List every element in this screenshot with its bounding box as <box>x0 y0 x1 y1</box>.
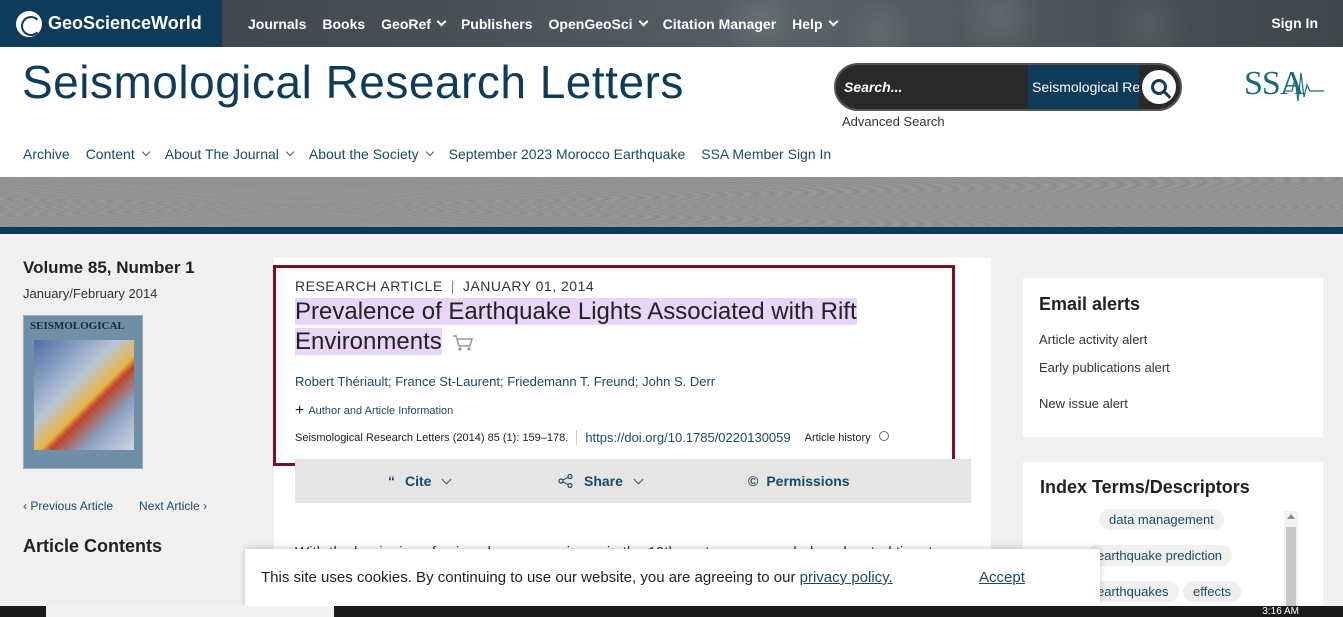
search-scope-select[interactable]: Seismological Research Letters <box>1028 65 1139 109</box>
permissions-button[interactable]: © Permissions <box>748 473 850 489</box>
geoscienceworld-logo[interactable]: GeoScienceWorld <box>0 0 222 47</box>
subnav-ssa-member-sign-in[interactable]: SSA Member Sign In <box>701 146 831 162</box>
author-link[interactable]: France St-Laurent <box>395 374 500 389</box>
author-link[interactable]: Friedemann T. Freund <box>507 374 635 389</box>
topnav-help[interactable]: Help <box>792 16 838 32</box>
article-toolbar: “ Cite Share © Permissions <box>295 459 971 503</box>
cover-title: SEISMOLOGICAL <box>30 320 125 332</box>
chevron-down-icon <box>633 474 644 484</box>
journal-title[interactable]: Seismological Research Letters <box>22 55 684 109</box>
index-term-tag[interactable]: effects <box>1183 581 1242 602</box>
previous-article-link[interactable]: ‹ Previous Article <box>23 499 113 513</box>
article-date: JANUARY 01, 2014 <box>462 278 595 294</box>
chevron-down-icon <box>436 16 447 27</box>
author-list: Robert Thériault; France St-Laurent; Fri… <box>295 374 716 389</box>
citation-text: Seismological Research Letters (2014) 85… <box>295 431 569 444</box>
author-link[interactable]: Robert Thériault <box>295 374 388 389</box>
article-history-toggle[interactable]: Article history <box>805 431 889 444</box>
email-alerts-title: Email alerts <box>1039 294 1141 314</box>
article-type: RESEARCH ARTICLE <box>295 278 443 294</box>
chevron-down-icon <box>425 147 434 157</box>
sign-in-link[interactable]: Sign In <box>1271 15 1318 31</box>
subnav-content[interactable]: Content <box>86 146 150 162</box>
topnav-citation-manager[interactable]: Citation Manager <box>663 16 777 32</box>
article-contents-heading: Article Contents <box>23 536 163 556</box>
index-term-tag[interactable]: data management <box>1099 509 1224 530</box>
brand-name: GeoScienceWorld <box>48 13 202 33</box>
author-link[interactable]: John S. Derr <box>642 374 715 389</box>
topnav-publishers[interactable]: Publishers <box>461 16 533 32</box>
chevron-down-icon <box>141 147 150 157</box>
search-scope-label: Seismological Research Letters <box>1032 79 1139 95</box>
citation-line: Seismological Research Letters (2014) 85… <box>295 430 889 445</box>
cookie-message: This site uses cookies. By continuing to… <box>261 569 893 586</box>
clock-icon <box>878 431 889 441</box>
new-issue-alert-link[interactable]: New issue alert <box>1039 396 1128 411</box>
share-icon <box>558 474 573 488</box>
advanced-search-link[interactable]: Advanced Search <box>842 114 945 129</box>
topnav-opengeosci[interactable]: OpenGeoSci <box>549 16 649 32</box>
cover-map <box>34 340 134 450</box>
early-publications-alert-link[interactable]: Early publications alert <box>1039 360 1170 375</box>
ssa-logo[interactable]: SSA <box>1244 65 1324 119</box>
author-info-toggle[interactable]: + Author and Article Information <box>295 402 453 420</box>
share-button[interactable]: Share <box>558 473 644 489</box>
seismograph-wave-icon <box>1284 72 1324 102</box>
top-nav-menu: Journals Books GeoRef Publishers OpenGeo… <box>248 0 853 47</box>
issue-cover-image[interactable]: SEISMOLOGICAL <box>23 315 143 469</box>
search-button[interactable] <box>1142 70 1176 104</box>
search-input[interactable] <box>836 65 1028 109</box>
article-activity-alert-link[interactable]: Article activity alert <box>1039 332 1147 347</box>
issue-sidebar: Volume 85, Number 1 January/February 201… <box>23 258 233 469</box>
next-article-link[interactable]: Next Article › <box>139 499 207 513</box>
os-taskbar: 3:16 AM <box>0 606 1343 617</box>
taskbar-clock[interactable]: 3:16 AM <box>1262 607 1299 617</box>
article-navigation: ‹ Previous Article Next Article › <box>23 499 207 513</box>
scrollbar-thumb[interactable] <box>1286 527 1296 617</box>
chevron-down-icon <box>442 474 452 484</box>
search-icon <box>1151 79 1167 95</box>
article-title: Prevalence of Earthquake Lights Associat… <box>295 298 857 355</box>
subnav-archive[interactable]: Archive <box>23 146 70 162</box>
decorative-banner <box>0 177 1343 227</box>
index-term-tag[interactable]: earthquakes <box>1087 581 1179 602</box>
cite-button[interactable]: “ Cite <box>388 473 452 489</box>
taskbar-search[interactable] <box>46 606 334 617</box>
topnav-georef[interactable]: GeoRef <box>381 16 447 32</box>
subnav-about-journal[interactable]: About The Journal <box>165 146 295 162</box>
quote-icon: “ <box>388 473 395 489</box>
chevron-down-icon <box>285 147 295 157</box>
chevron-down-icon <box>638 16 649 27</box>
privacy-policy-link[interactable]: privacy policy. <box>800 569 893 586</box>
banner-divider <box>0 227 1343 234</box>
globe-icon <box>16 10 42 37</box>
article-meta: RESEARCH ARTICLE | JANUARY 01, 2014 <box>295 278 595 294</box>
plus-icon: + <box>295 402 305 419</box>
copyright-icon: © <box>748 473 759 489</box>
scroll-up-icon[interactable] <box>1287 514 1295 519</box>
accept-cookies-button[interactable]: Accept <box>979 569 1025 586</box>
topnav-books[interactable]: Books <box>322 16 365 32</box>
subnav-about-society[interactable]: About the Society <box>309 146 434 162</box>
journal-subnav: Archive Content About The Journal About … <box>23 146 847 162</box>
doi-link[interactable]: https://doi.org/10.1785/0220130059 <box>576 430 791 445</box>
index-term-tag[interactable]: earthquake prediction <box>1087 545 1233 566</box>
shopping-cart-icon[interactable] <box>452 334 474 352</box>
index-terms-title: Index Terms/Descriptors <box>1040 477 1250 497</box>
journal-header: Seismological Research Letters Seismolog… <box>0 47 1343 177</box>
topnav-journals[interactable]: Journals <box>248 16 306 32</box>
index-terms-scrollbar[interactable] <box>1284 511 1298 617</box>
issue-volume[interactable]: Volume 85, Number 1 <box>23 258 233 278</box>
issue-date: January/February 2014 <box>23 286 158 301</box>
search-box: Seismological Research Letters <box>834 63 1182 111</box>
subnav-morocco-earthquake[interactable]: September 2023 Morocco Earthquake <box>449 146 686 162</box>
email-alerts-panel: Email alerts Article activity alert Earl… <box>1023 278 1323 437</box>
cookie-banner: This site uses cookies. By continuing to… <box>245 549 1100 606</box>
chevron-down-icon <box>828 16 838 27</box>
